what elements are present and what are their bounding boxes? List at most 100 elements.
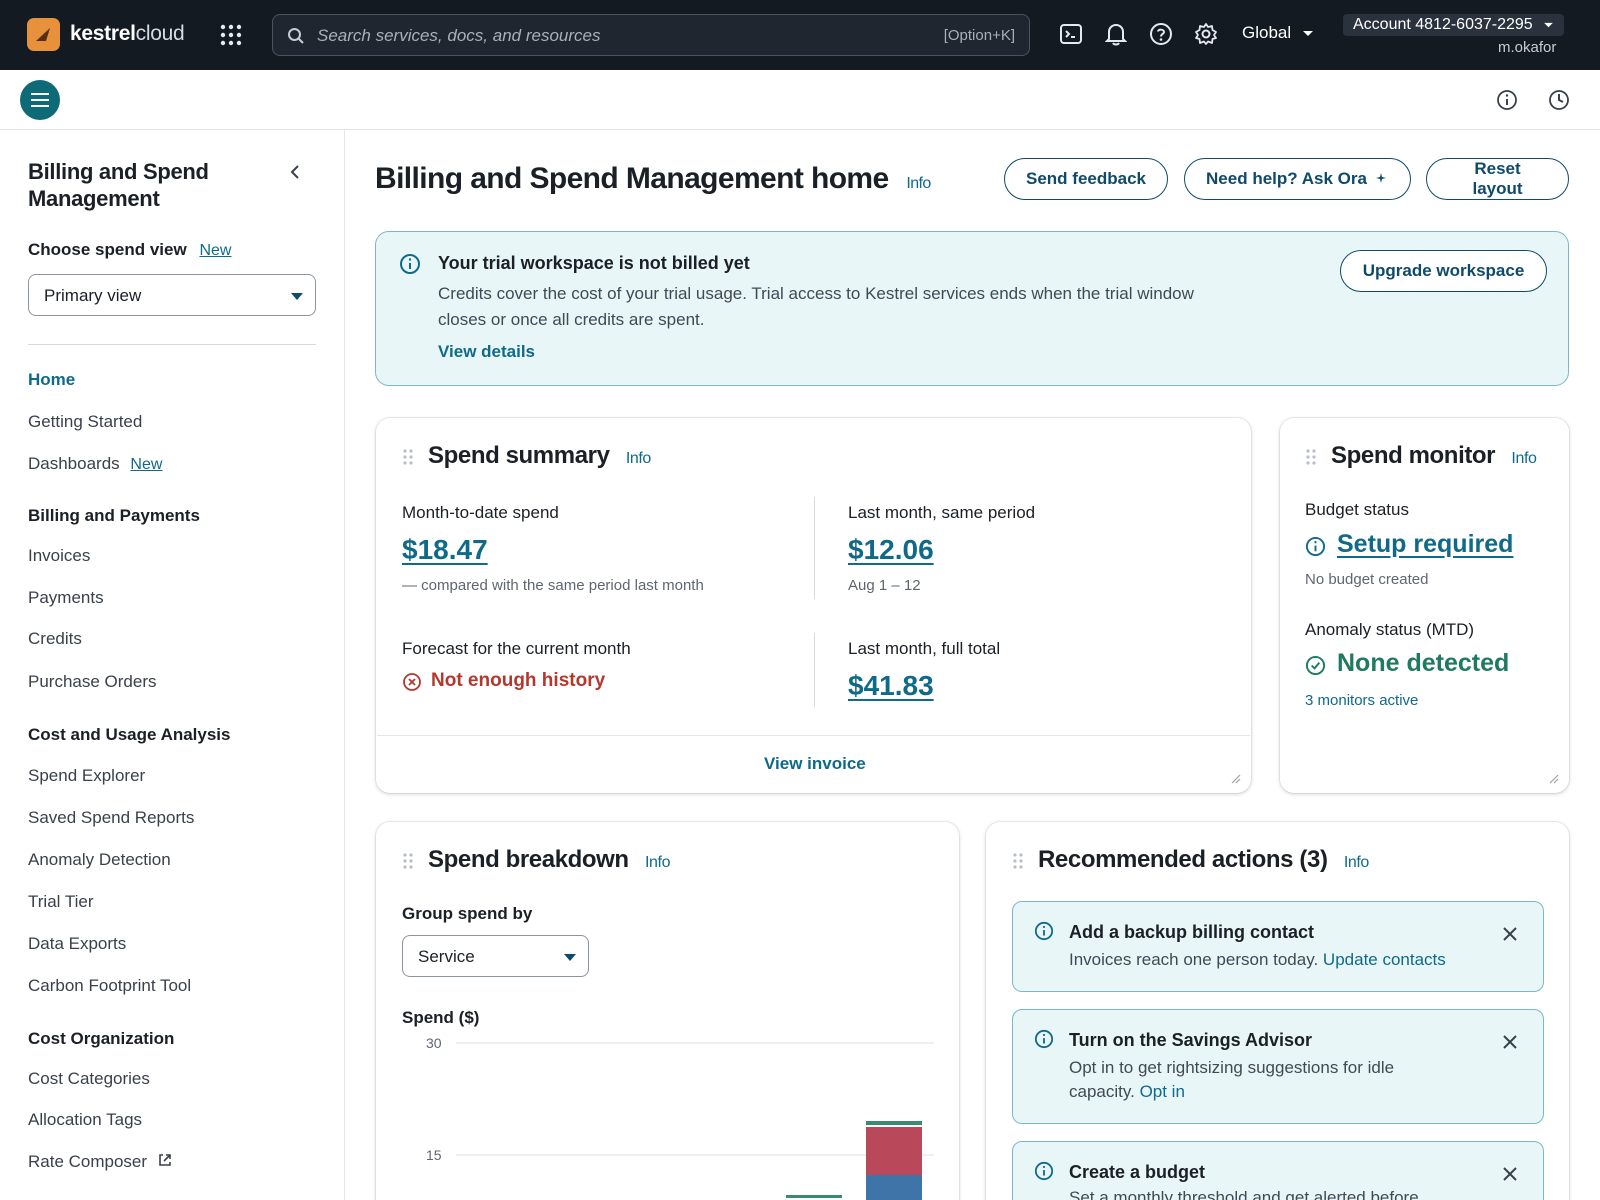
- spend-view-select[interactable]: Primary view: [28, 274, 316, 316]
- page-title: Billing and Spend Management home Info: [375, 162, 931, 195]
- recommended-actions-title: Recommended actions (3) Info: [1038, 846, 1369, 873]
- group-spend-label: Group spend by: [402, 904, 533, 923]
- help-question-icon[interactable]: [1149, 22, 1175, 48]
- info-circle-icon: [1034, 921, 1054, 946]
- check-circle-icon: [1305, 655, 1326, 681]
- services-grid-icon[interactable]: [220, 24, 242, 46]
- sidebar-section-cost-organization: Cost Organization: [28, 1029, 175, 1048]
- recommendation-title: Create a budget: [1069, 1162, 1206, 1182]
- monitors-active-link[interactable]: 3 monitors active: [1305, 692, 1418, 709]
- caret-down-icon: [564, 954, 576, 961]
- column-divider: [814, 633, 815, 707]
- region-selector[interactable]: Global: [1242, 23, 1314, 43]
- view-details-link[interactable]: View details: [438, 342, 535, 362]
- sidebar-item-spend-explorer[interactable]: Spend Explorer: [28, 766, 145, 786]
- sidebar-item-payments[interactable]: Payments: [28, 588, 104, 608]
- last-total-label: Last month, full total: [848, 639, 1001, 658]
- sidebar-item-dashboards[interactable]: Dashboards New: [28, 454, 162, 474]
- recommendation-body: Set a monthly threshold and get alerted …: [1069, 1188, 1419, 1200]
- username: m.okafor: [1498, 39, 1557, 56]
- view-invoice-link[interactable]: View invoice: [764, 754, 866, 774]
- notifications-bell-icon[interactable]: [1104, 22, 1131, 48]
- hamburger-icon: [31, 93, 49, 107]
- drag-handle-icon[interactable]: [1306, 449, 1316, 465]
- sidebar-item-allocation-tags[interactable]: Allocation Tags: [28, 1110, 142, 1130]
- info-circle-icon: [399, 253, 421, 280]
- sidebar-item-anomaly-detection[interactable]: Anomaly Detection: [28, 850, 171, 870]
- account-menu[interactable]: Account 4812-6037-2295: [1343, 14, 1565, 36]
- recommendation-title: Add a backup billing contact: [1069, 922, 1315, 942]
- sidebar-item-credits[interactable]: Credits: [28, 629, 82, 649]
- global-search-input[interactable]: Search services, docs, and resources [Op…: [272, 14, 1030, 56]
- sidebar-item-carbon-footprint[interactable]: Carbon Footprint Tool: [28, 976, 191, 996]
- settings-gear-icon[interactable]: [1194, 22, 1220, 48]
- sidebar-section-cost-analysis: Cost and Usage Analysis: [28, 725, 231, 744]
- alert-body: Credits cover the cost of your trial usa…: [438, 284, 1194, 329]
- info-link[interactable]: Info: [1344, 854, 1369, 871]
- chevron-down-icon: [1302, 31, 1313, 36]
- sidebar-item-trial-tier[interactable]: Trial Tier: [28, 892, 94, 912]
- sidebar-item-home[interactable]: Home: [28, 370, 75, 390]
- close-icon[interactable]: [1503, 1167, 1517, 1186]
- info-link[interactable]: Info: [906, 175, 931, 192]
- spend-monitor-card: [1280, 418, 1569, 793]
- close-icon[interactable]: [1503, 927, 1517, 946]
- budget-setup-link[interactable]: Setup required: [1337, 530, 1513, 559]
- forecast-value: Not enough history: [431, 670, 606, 691]
- resize-handle-icon[interactable]: [1229, 771, 1241, 789]
- last-total-value[interactable]: $41.83: [848, 670, 934, 702]
- brand-name[interactable]: kestrelcloud: [70, 22, 185, 46]
- sparkle-icon: [1375, 173, 1386, 183]
- y-tick-label-15: 15: [426, 1147, 442, 1163]
- close-icon[interactable]: [1503, 1035, 1517, 1054]
- opt-in-link[interactable]: Opt in: [1140, 1082, 1185, 1101]
- caret-down-icon: [291, 293, 303, 300]
- info-link[interactable]: Info: [626, 450, 651, 467]
- mtd-spend-value[interactable]: $18.47: [402, 534, 488, 566]
- anomaly-status-value: None detected: [1337, 649, 1510, 677]
- new-badge[interactable]: New: [199, 242, 231, 259]
- drag-handle-icon[interactable]: [1013, 853, 1023, 869]
- search-placeholder: Search services, docs, and resources: [317, 26, 601, 45]
- info-link[interactable]: Info: [645, 854, 670, 871]
- navigation-menu-button[interactable]: [20, 80, 60, 120]
- choose-spend-view-label: Choose spend view New: [28, 240, 232, 259]
- drag-handle-icon[interactable]: [403, 853, 413, 869]
- sidebar-item-purchase-orders[interactable]: Purchase Orders: [28, 672, 157, 692]
- reset-layout-button[interactable]: Reset layout: [1426, 158, 1569, 200]
- spend-summary-card: [376, 418, 1251, 793]
- spend-monitor-title: Spend monitor Info: [1331, 442, 1537, 469]
- sidebar-item-data-exports[interactable]: Data Exports: [28, 934, 126, 954]
- history-clock-icon[interactable]: [1548, 89, 1570, 116]
- resize-handle-icon[interactable]: [1547, 771, 1559, 789]
- error-circle-icon: [402, 672, 422, 697]
- sidebar-item-rate-composer[interactable]: Rate Composer: [28, 1152, 172, 1172]
- send-feedback-button[interactable]: Send feedback: [1004, 158, 1168, 200]
- info-link[interactable]: Info: [1511, 450, 1536, 467]
- update-contacts-link[interactable]: Update contacts: [1323, 950, 1446, 969]
- chevron-left-icon: [290, 165, 299, 179]
- budget-status-label: Budget status: [1305, 500, 1409, 519]
- sidebar-item-saved-reports[interactable]: Saved Spend Reports: [28, 808, 194, 828]
- upgrade-workspace-button[interactable]: Upgrade workspace: [1340, 250, 1547, 292]
- drag-handle-icon[interactable]: [403, 449, 413, 465]
- kestrel-logo-icon[interactable]: [27, 18, 60, 51]
- info-circle-icon: [1034, 1029, 1054, 1054]
- terminal-icon[interactable]: [1059, 22, 1085, 48]
- collapse-sidebar-button[interactable]: [290, 164, 300, 185]
- spend-breakdown-chart: 30 15: [426, 1035, 934, 1200]
- sidebar-item-getting-started[interactable]: Getting Started: [28, 412, 142, 432]
- info-circle-icon: [1034, 1161, 1054, 1186]
- chart-bar-segment: [786, 1195, 842, 1198]
- info-panel-icon[interactable]: [1496, 89, 1518, 116]
- new-badge[interactable]: New: [130, 456, 162, 473]
- sidebar-item-invoices[interactable]: Invoices: [28, 546, 90, 566]
- column-divider: [814, 497, 815, 599]
- sidebar-item-cost-categories[interactable]: Cost Categories: [28, 1069, 150, 1089]
- sidebar-divider: [28, 344, 316, 345]
- recommendation-body: Invoices reach one person today. Update …: [1069, 950, 1446, 969]
- ask-ora-button[interactable]: Need help? Ask Ora: [1184, 158, 1411, 200]
- group-by-select[interactable]: Service: [402, 935, 589, 977]
- chart-bar-segment: [866, 1121, 922, 1125]
- last-period-value[interactable]: $12.06: [848, 534, 934, 566]
